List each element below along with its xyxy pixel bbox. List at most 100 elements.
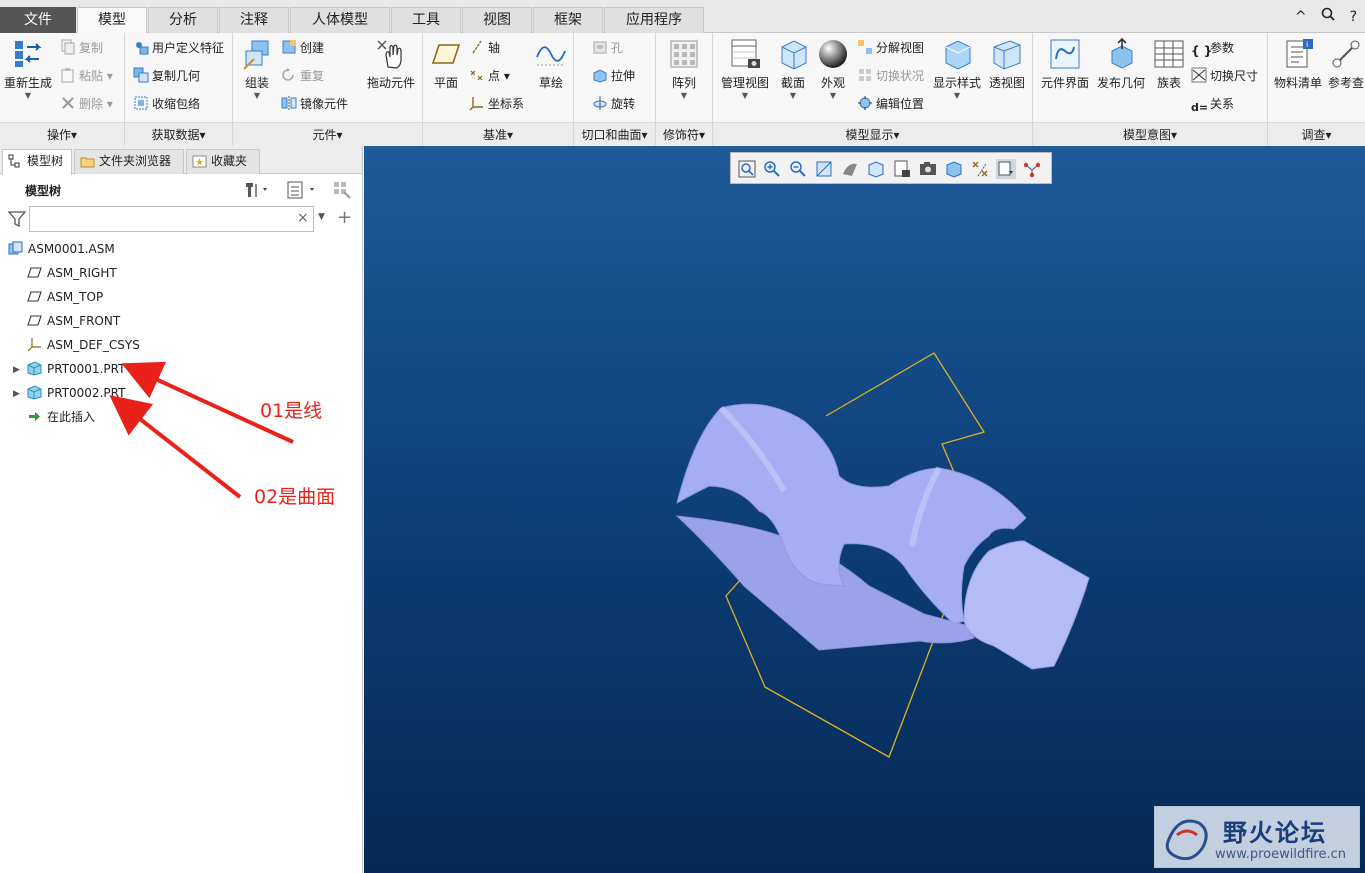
- tree-node-datum-plane[interactable]: ASM_FRONT: [27, 310, 120, 332]
- filter-dropdown-icon[interactable]: ▼: [318, 212, 325, 222]
- group-label-model-display[interactable]: 模型显示▾: [713, 122, 1032, 146]
- bom-button[interactable]: i 物料清单: [1272, 37, 1324, 91]
- display-style-label: 显示样式: [932, 76, 981, 90]
- filter-icon[interactable]: [7, 210, 27, 231]
- create-button[interactable]: 创建: [281, 38, 324, 58]
- tree-node-part[interactable]: PRT0002.PRT: [27, 382, 125, 404]
- perspective-button[interactable]: 透视图: [987, 37, 1027, 91]
- group-label-model-intent[interactable]: 模型意图▾: [1033, 122, 1267, 146]
- mirror-component-button[interactable]: 镜像元件: [281, 94, 348, 114]
- shrinkwrap-button[interactable]: 收缩包络: [133, 94, 200, 114]
- relations-icon: d=: [1191, 101, 1209, 114]
- tree-node-insert-here[interactable]: 在此插入: [27, 406, 95, 428]
- surface-part-0002-ribbon[interactable]: [963, 540, 1090, 670]
- tree-title: 模型树: [25, 184, 62, 198]
- manage-views-button[interactable]: 管理视图 ▼: [719, 37, 771, 101]
- tree-filter-row: × ▼ +: [0, 204, 362, 234]
- plane-button[interactable]: 平面: [429, 37, 463, 91]
- tree-node-datum-plane[interactable]: ASM_RIGHT: [27, 262, 117, 284]
- extrude-label: 拉伸: [611, 69, 636, 83]
- group-label-operations[interactable]: 操作▾: [0, 122, 124, 146]
- tab-tools[interactable]: 工具: [391, 7, 461, 33]
- section-button[interactable]: 截面 ▼: [775, 37, 811, 101]
- sketch-button[interactable]: 草绘: [533, 37, 569, 91]
- csys-button[interactable]: 坐标系: [469, 94, 524, 114]
- copy-button[interactable]: 复制: [60, 38, 103, 58]
- tab-model-tree[interactable]: 模型树: [2, 149, 72, 175]
- chevron-down-icon: ▼: [253, 91, 261, 100]
- assemble-button[interactable]: 组装 ▼: [237, 37, 277, 101]
- hole-button[interactable]: 孔: [592, 38, 623, 58]
- hammer-wrench-icon: [246, 183, 267, 197]
- tree-settings-button[interactable]: [243, 180, 271, 203]
- tab-annotate[interactable]: 注释: [219, 7, 289, 33]
- collapse-ribbon-icon[interactable]: ^: [1295, 9, 1307, 25]
- tab-folder-browser[interactable]: 文件夹浏览器: [74, 149, 184, 174]
- parameters-button[interactable]: { }参数: [1191, 38, 1234, 58]
- publish-geometry-label: 发布几何: [1096, 76, 1145, 90]
- tab-model-tree-label: 模型树: [27, 154, 64, 168]
- tab-analysis[interactable]: 分析: [148, 7, 218, 33]
- edit-position-button[interactable]: 编辑位置: [857, 94, 924, 114]
- clear-search-icon[interactable]: ×: [297, 210, 309, 226]
- tab-framework[interactable]: 框架: [533, 7, 603, 33]
- model-scene[interactable]: [364, 146, 1365, 873]
- create-label: 创建: [300, 41, 325, 55]
- delete-button[interactable]: 删除 ▾: [60, 94, 113, 114]
- group-label-component[interactable]: 元件▾: [233, 122, 422, 146]
- tab-manikin[interactable]: 人体模型: [290, 7, 390, 33]
- group-label-modifiers[interactable]: 修饰符▾: [656, 122, 712, 146]
- tree-node-part[interactable]: PRT0001.PRT: [27, 358, 125, 380]
- tab-favorites[interactable]: 收藏夹: [186, 149, 260, 174]
- group-label-investigate[interactable]: 调查▾: [1268, 122, 1365, 146]
- appearance-button[interactable]: 外观 ▼: [815, 37, 851, 101]
- udf-button[interactable]: 用户定义特征: [133, 38, 224, 58]
- hand-drag-icon: [377, 40, 402, 69]
- extrude-button[interactable]: 拉伸: [592, 66, 635, 86]
- toggle-status-button[interactable]: 切换状况: [857, 66, 924, 86]
- point-button[interactable]: 点 ▾: [469, 66, 510, 86]
- tab-file[interactable]: 文件: [0, 7, 76, 33]
- perspective-label: 透视图: [988, 76, 1025, 90]
- tree-node-coordinate-system[interactable]: ASM_DEF_CSYS: [27, 334, 140, 356]
- show-options-button[interactable]: [286, 180, 322, 203]
- tab-model[interactable]: 模型: [77, 7, 147, 34]
- reference-viewer-button[interactable]: 参考查看器: [1328, 37, 1364, 91]
- delete-label: 删除: [79, 97, 104, 111]
- repeat-button[interactable]: 重复: [281, 66, 324, 86]
- expand-arrow-icon[interactable]: ▶: [13, 365, 23, 375]
- tree-node-assembly[interactable]: ASM0001.ASM: [8, 238, 115, 260]
- group-label-cut-surface[interactable]: 切口和曲面▾: [574, 122, 655, 146]
- tree-filter-settings-button[interactable]: [332, 180, 352, 203]
- group-label-datum[interactable]: 基准▾: [423, 122, 573, 146]
- axis-button[interactable]: 轴: [469, 38, 500, 58]
- help-icon[interactable]: ?: [1350, 9, 1357, 25]
- display-style-button[interactable]: 显示样式 ▼: [931, 37, 983, 101]
- hole-icon: [592, 39, 608, 55]
- mirror-icon: [281, 95, 297, 111]
- tab-view[interactable]: 视图: [462, 7, 532, 33]
- copy-geometry-button[interactable]: 复制几何: [133, 66, 200, 86]
- tab-applications[interactable]: 应用程序: [604, 7, 704, 33]
- expand-arrow-icon[interactable]: ▶: [13, 389, 23, 399]
- part-icon: [27, 361, 42, 376]
- search-icon[interactable]: [1321, 7, 1339, 25]
- relations-button[interactable]: d= 关系: [1191, 94, 1234, 114]
- drag-components-button[interactable]: 拖动元件: [363, 37, 419, 91]
- tree-node-datum-plane[interactable]: ASM_TOP: [27, 286, 103, 308]
- pattern-button[interactable]: 阵列 ▼: [666, 37, 702, 101]
- component-interface-button[interactable]: 元件界面: [1037, 37, 1093, 91]
- search-input[interactable]: [29, 206, 314, 232]
- explode-view-button[interactable]: 分解视图: [857, 38, 924, 58]
- add-filter-icon[interactable]: +: [337, 207, 352, 228]
- group-label-get-data[interactable]: 获取数据▾: [125, 122, 232, 146]
- revolve-button[interactable]: 旋转: [592, 94, 635, 114]
- regenerate-button[interactable]: 重新生成 ▼: [2, 37, 54, 101]
- family-table-button[interactable]: 族表: [1151, 37, 1187, 91]
- switch-dimensions-label: 切换尺寸: [1210, 69, 1259, 83]
- tree-header: 模型树: [0, 176, 362, 204]
- graphics-viewport[interactable]: [364, 146, 1365, 873]
- switch-dimensions-button[interactable]: 切换尺寸: [1191, 66, 1258, 86]
- paste-button[interactable]: 粘贴 ▾: [60, 66, 113, 86]
- publish-geometry-button[interactable]: 发布几何: [1095, 37, 1147, 91]
